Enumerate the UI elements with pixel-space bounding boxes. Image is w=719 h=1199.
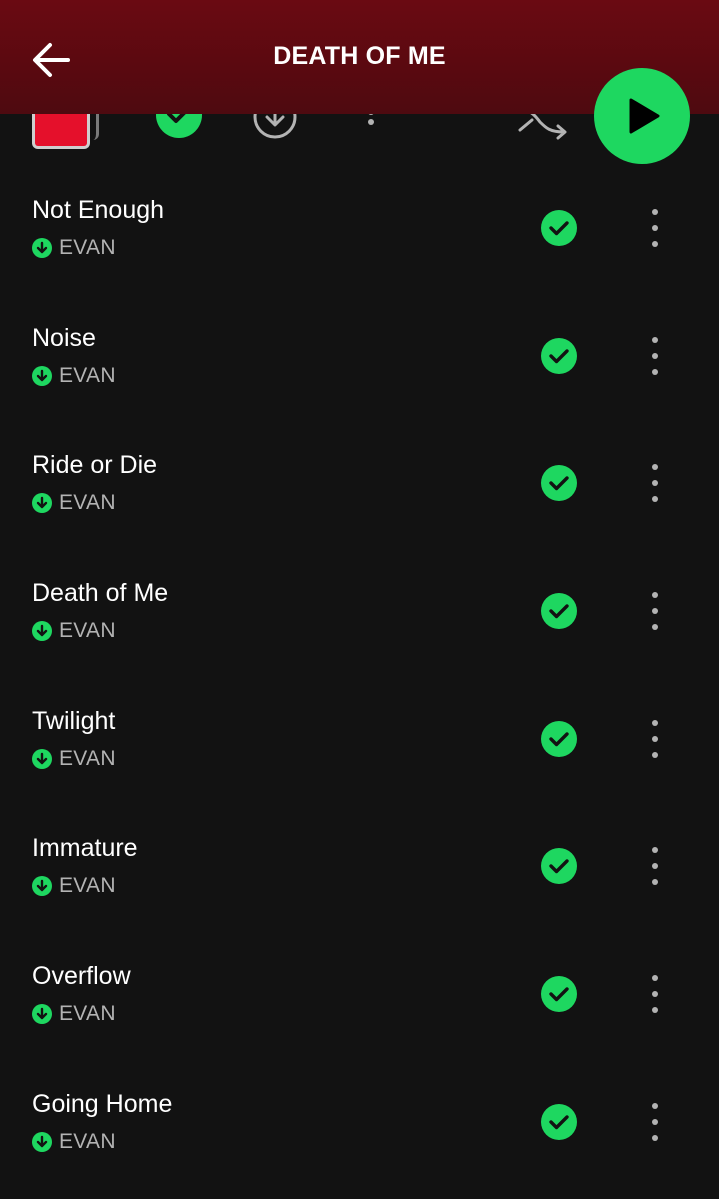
downloaded-icon <box>32 1131 52 1152</box>
saved-check-icon[interactable] <box>541 976 577 1013</box>
track-title: Going Home <box>32 1089 173 1118</box>
play-button[interactable] <box>594 68 690 164</box>
page-title: DEATH OF ME <box>273 42 446 70</box>
downloaded-icon <box>32 365 52 386</box>
track-title: Overflow <box>32 962 131 991</box>
track-title: Ride or Die <box>32 451 158 480</box>
more-options-icon[interactable] <box>640 461 670 505</box>
more-options-icon[interactable] <box>640 972 670 1016</box>
track-artist: EVAN <box>59 491 116 515</box>
more-options-icon[interactable] <box>640 717 670 761</box>
track-row[interactable]: Overflow EVAN <box>0 936 719 1064</box>
album-cover-thumbnail <box>32 114 90 149</box>
track-title: Twilight <box>32 706 116 735</box>
downloaded-icon <box>32 1004 52 1025</box>
download-icon[interactable] <box>252 114 298 140</box>
track-title: Death of Me <box>32 579 169 608</box>
saved-check-icon[interactable] <box>541 210 577 246</box>
more-options-icon[interactable] <box>640 844 670 888</box>
track-artist: EVAN <box>59 363 116 387</box>
more-options-icon[interactable] <box>640 589 670 633</box>
more-options-icon[interactable] <box>640 206 670 250</box>
downloaded-icon <box>32 238 52 258</box>
saved-check-icon[interactable] <box>541 720 577 757</box>
track-artist: EVAN <box>59 619 116 643</box>
track-artist: EVAN <box>59 746 116 770</box>
play-icon <box>629 98 660 134</box>
track-artist: EVAN <box>59 236 116 259</box>
track-row[interactable]: Ride or Die EVAN <box>0 425 719 553</box>
saved-check-icon[interactable] <box>541 337 577 374</box>
track-row[interactable]: Immature EVAN <box>0 808 719 936</box>
track-title: Noise <box>32 323 96 352</box>
saved-check-icon[interactable] <box>541 848 577 885</box>
track-row[interactable]: Twilight EVAN <box>0 681 719 809</box>
track-row[interactable]: Noise EVAN <box>0 298 719 426</box>
track-artist: EVAN <box>59 874 116 898</box>
saved-check-icon[interactable] <box>541 1103 577 1140</box>
more-options-icon[interactable] <box>640 1100 670 1144</box>
saved-check-icon[interactable] <box>156 114 202 138</box>
track-row[interactable]: Going Home EVAN <box>0 1064 719 1192</box>
more-options-icon[interactable] <box>640 334 670 378</box>
track-artist: EVAN <box>59 1129 116 1153</box>
track-title: Not Enough <box>32 196 165 224</box>
downloaded-icon <box>32 876 52 897</box>
more-options-icon[interactable] <box>360 114 382 146</box>
track-row[interactable]: Not Enough EVAN <box>0 170 719 298</box>
downloaded-icon <box>32 621 52 642</box>
track-title: Immature <box>32 834 138 863</box>
downloaded-icon <box>32 748 52 769</box>
album-cover-edge <box>90 114 99 140</box>
track-row[interactable]: Death of Me EVAN <box>0 553 719 681</box>
saved-check-icon[interactable] <box>541 593 577 630</box>
saved-check-icon[interactable] <box>541 465 577 502</box>
shuffle-icon[interactable] <box>516 114 570 146</box>
downloaded-icon <box>32 493 52 514</box>
track-artist: EVAN <box>59 1002 116 1026</box>
track-list: Not Enough EVAN Noise EVAN Ride or Die E… <box>0 170 719 1192</box>
